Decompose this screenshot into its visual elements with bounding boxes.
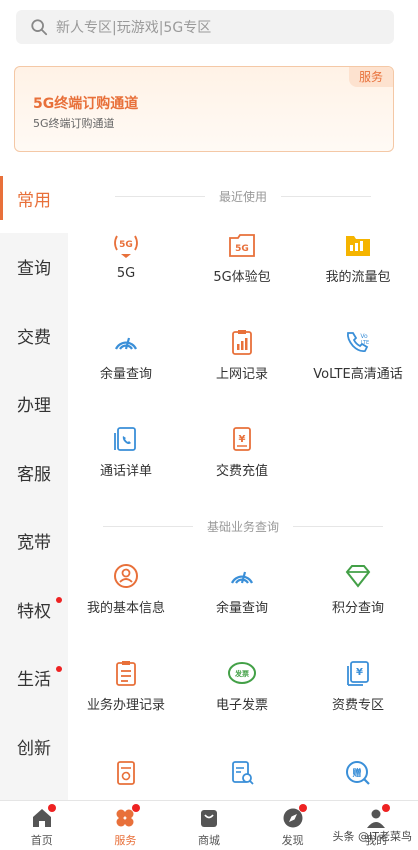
grid-item-label: 余量查询 xyxy=(99,367,152,382)
grid-item-call-detail[interactable]: 通话详单 xyxy=(68,424,184,479)
banner-title: 5G终端订购通道 xyxy=(33,96,139,112)
grid-item-label: 电子发票 xyxy=(215,698,268,713)
svg-text:发票: 发票 xyxy=(234,669,249,678)
notification-dot xyxy=(48,804,56,812)
grid-item-label: 上网记录 xyxy=(215,367,268,382)
5g-signal-icon: 5G xyxy=(114,235,138,258)
svg-text:Vo: Vo xyxy=(360,333,368,340)
grid-item-label: 资费专区 xyxy=(331,698,384,713)
notification-dot xyxy=(382,804,391,812)
balance-gauge-icon xyxy=(115,337,137,350)
svg-text:LTE: LTE xyxy=(361,340,369,346)
search-input[interactable]: 新人专区|玩游戏|5G专区 xyxy=(16,10,394,44)
watermark: 头条 @IT老菜鸟 xyxy=(332,830,412,843)
tab-label: 服务 xyxy=(114,834,137,847)
search-icon xyxy=(31,19,48,36)
yuan-recharge-icon: ¥ xyxy=(233,427,251,451)
svg-text:¥: ¥ xyxy=(356,667,363,678)
grid-item-5g[interactable]: 5G 5G xyxy=(68,230,184,281)
grid-item-e-invoice[interactable]: 发票 电子发票 xyxy=(184,658,300,713)
balance-gauge-icon xyxy=(231,571,253,584)
grid-item-label: 业务办理记录 xyxy=(86,698,165,713)
5g-package-icon: 5G xyxy=(229,234,255,257)
sidebar-item-service[interactable]: 客服 xyxy=(0,438,68,507)
grid-item-label: 积分查询 xyxy=(331,601,384,616)
sidebar-item-payment[interactable]: 交费 xyxy=(0,301,68,370)
notification-dot xyxy=(298,804,307,812)
svg-text:5G: 5G xyxy=(119,240,133,250)
grid-item-search-doc[interactable] xyxy=(184,758,300,788)
notification-dot xyxy=(56,665,62,672)
grid-item-label: 5G xyxy=(116,266,136,281)
section-title-recent: 最近使用 xyxy=(68,186,418,206)
grid-item-document[interactable] xyxy=(68,758,184,788)
category-sidebar: 常用 查询 交费 办理 客服 宽带 特权 生活 创新 xyxy=(0,164,68,800)
5g-terminal-banner[interactable]: 服务 5G终端订购通道 5G终端订购通道 xyxy=(14,66,394,152)
grid-item-label: 通话详单 xyxy=(99,464,152,479)
grid-item-basic-info[interactable]: 我的基本信息 xyxy=(68,561,184,616)
grid-item-recharge[interactable]: ¥ 交费充值 xyxy=(184,424,300,479)
search-doc-icon xyxy=(232,761,254,785)
tariff-icon: ¥ xyxy=(347,661,369,686)
grid-item-volte[interactable]: Vo LTE VoLTE高清通话 xyxy=(300,327,416,382)
grid-item-label: VoLTE高清通话 xyxy=(313,367,403,382)
tab-home[interactable]: 首页 xyxy=(0,801,84,850)
sidebar-item-broadband[interactable]: 宽带 xyxy=(0,507,68,576)
svg-text:5G: 5G xyxy=(235,244,249,254)
user-info-icon xyxy=(114,564,138,588)
grid-item-tariff[interactable]: ¥ 资费专区 xyxy=(300,658,416,713)
sidebar-item-life[interactable]: 生活 xyxy=(0,644,68,713)
sidebar-item-query[interactable]: 查询 xyxy=(0,233,68,302)
sidebar-item-innovation[interactable]: 创新 xyxy=(0,712,68,781)
service-content: 最近使用 5G 5G 5G 5G体验包 我的流量包 余量查询 上网记录 Vo LT… xyxy=(68,164,418,800)
diamond-points-icon xyxy=(345,565,371,588)
grid-item-label: 交费充值 xyxy=(215,464,268,479)
document-stamp-icon xyxy=(117,761,135,785)
tab-label: 首页 xyxy=(30,834,53,847)
grid-item-gift[interactable]: 赠 xyxy=(300,758,416,788)
search-placeholder: 新人专区|玩游戏|5G专区 xyxy=(56,20,212,36)
volte-phone-icon: VoLTE xyxy=(346,332,369,353)
grid-item-label: 我的流量包 xyxy=(325,270,391,285)
tab-shop[interactable]: 商城 xyxy=(167,801,251,850)
grid-item-label: 5G体验包 xyxy=(213,270,271,285)
search-bar-container: 新人专区|玩游戏|5G专区 xyxy=(0,0,418,56)
grid-item-balance-query[interactable]: 余量查询 xyxy=(68,327,184,382)
sidebar-item-common[interactable]: 常用 xyxy=(0,164,68,233)
e-invoice-icon: 发票 xyxy=(228,662,256,684)
clipboard-chart-icon xyxy=(232,330,252,355)
business-record-icon xyxy=(116,661,136,686)
tab-label: 商城 xyxy=(197,834,220,847)
grid-item-balance-query-2[interactable]: 余量查询 xyxy=(184,561,300,616)
tab-label: 发现 xyxy=(281,834,304,847)
svg-text:¥: ¥ xyxy=(239,434,246,445)
section-title-basic-query: 基础业务查询 xyxy=(68,516,418,536)
grid-item-points[interactable]: 积分查询 xyxy=(300,561,416,616)
grid-item-internet-record[interactable]: 上网记录 xyxy=(184,327,300,382)
data-folder-icon xyxy=(346,236,370,256)
tab-discover[interactable]: 发现 xyxy=(251,801,335,850)
call-detail-icon xyxy=(114,427,136,451)
notification-dot xyxy=(56,597,62,603)
shop-bag-icon xyxy=(200,810,217,827)
banner-subtitle: 5G终端订购通道 xyxy=(33,117,115,130)
grid-item-label: 我的基本信息 xyxy=(86,601,165,616)
sidebar-item-handle[interactable]: 办理 xyxy=(0,370,68,439)
grid-item-data-package[interactable]: 我的流量包 xyxy=(300,230,416,285)
sidebar-item-privilege[interactable]: 特权 xyxy=(0,575,68,644)
service-tag: 服务 xyxy=(348,67,393,87)
grid-item-5g-package[interactable]: 5G 5G体验包 xyxy=(184,230,300,285)
gift-search-icon: 赠 xyxy=(346,761,370,785)
tab-service[interactable]: 服务 xyxy=(84,801,168,850)
svg-text:赠: 赠 xyxy=(352,767,361,779)
grid-item-label: 余量查询 xyxy=(215,601,268,616)
notification-dot xyxy=(131,804,140,812)
grid-item-business-record[interactable]: 业务办理记录 xyxy=(68,658,184,713)
